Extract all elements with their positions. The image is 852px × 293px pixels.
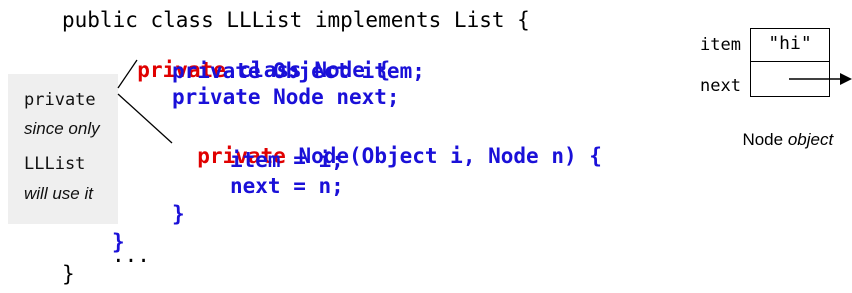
node-caption-word: Node xyxy=(742,130,784,149)
next-pointer-arrow xyxy=(789,73,852,85)
node-object-caption: Node object xyxy=(733,110,833,150)
node-caption-object: object xyxy=(783,130,834,149)
next-pointer-arrowhead xyxy=(840,73,852,85)
